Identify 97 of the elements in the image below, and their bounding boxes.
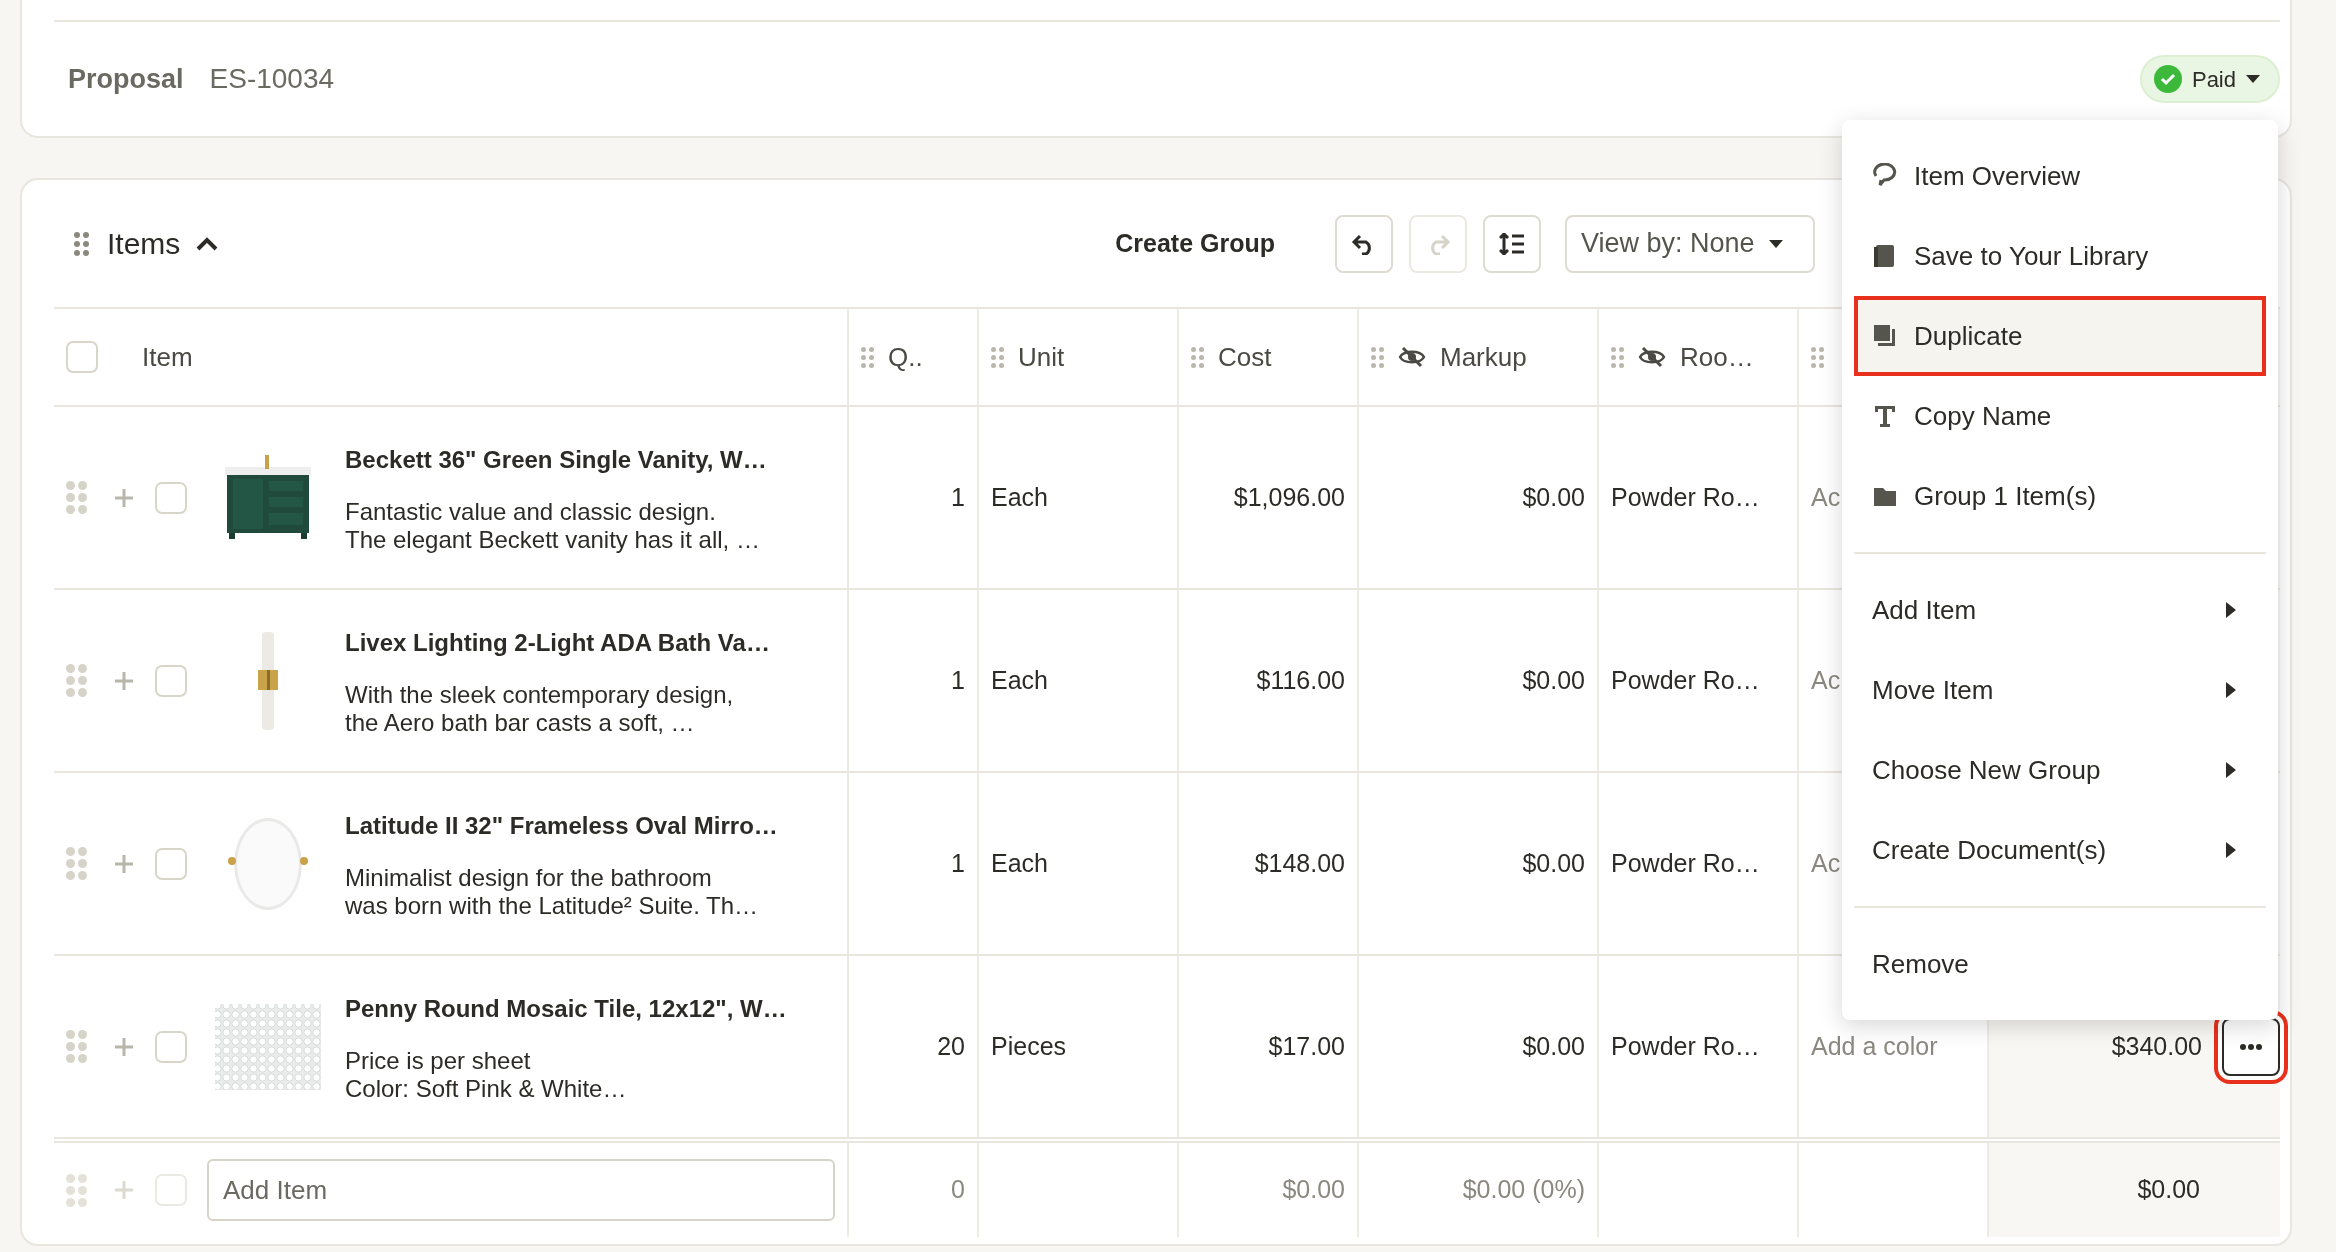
proposal-label: Proposal [68, 62, 184, 96]
caret-right-icon [2226, 762, 2236, 778]
menu-item[interactable]: Move Item [1854, 650, 2266, 730]
duplicate-icon [1872, 323, 1898, 349]
column-header[interactable]: Unit [1018, 337, 1065, 377]
quantity-value: 1 [951, 664, 965, 696]
checkbox[interactable] [155, 847, 187, 880]
markup-value: $0.00 [1522, 664, 1585, 696]
column-header[interactable]: Markup [1440, 337, 1527, 377]
create-group-button[interactable]: Create Group [1109, 223, 1281, 264]
grip-icon[interactable] [861, 346, 874, 368]
room-value: Powder Ro… [1611, 1030, 1760, 1062]
chat-bubble-icon [1872, 163, 1898, 189]
room-value: Powder Ro… [1611, 481, 1760, 513]
menu-item[interactable]: Create Document(s) [1854, 810, 2266, 890]
item-name[interactable]: Latitude II 32" Frameless Oval Mirro… [345, 807, 778, 844]
plus-icon[interactable] [113, 669, 135, 692]
checkbox[interactable] [155, 1030, 187, 1063]
quantity-value: 0 [951, 1174, 965, 1206]
status-dropdown[interactable]: Paid [2139, 55, 2280, 103]
section-title: Items [107, 226, 181, 262]
markup-value: $0.00 [1522, 1030, 1585, 1062]
column-header[interactable]: Q.. [888, 337, 923, 377]
caret-right-icon [2226, 682, 2236, 698]
row-height-button[interactable] [1483, 214, 1541, 273]
unit-value: Each [991, 481, 1048, 513]
total-value: $0.00 [2137, 1174, 2200, 1206]
cost-value: $0.00 [1282, 1174, 1345, 1206]
grip-icon[interactable] [66, 847, 87, 880]
menu-item[interactable]: Item Overview [1854, 136, 2266, 216]
color-value: Add a color [1811, 1030, 1938, 1062]
grip-icon[interactable] [74, 231, 89, 256]
menu-item[interactable]: Group 1 Item(s) [1854, 456, 2266, 536]
grip-icon[interactable] [991, 346, 1004, 368]
item-description: With the sleek contemporary design, the Aero bath bar casts a soft, … [345, 680, 735, 737]
cost-value: $17.00 [1268, 1030, 1345, 1062]
grip-icon[interactable] [1191, 346, 1204, 368]
item-name[interactable]: Penny Round Mosaic Tile, 12x12", W… [345, 990, 787, 1027]
checkbox[interactable] [155, 481, 187, 514]
grip-icon[interactable] [1611, 346, 1624, 368]
item-name[interactable]: Livex Lighting 2-Light ADA Bath Va… [345, 624, 770, 661]
proposal-number: ES-10034 [209, 62, 335, 96]
add-item-field[interactable]: Add Item [207, 1159, 835, 1221]
menu-item[interactable]: Choose New Group [1854, 730, 2266, 810]
plus-icon[interactable] [113, 1179, 135, 1201]
grip-icon[interactable] [1371, 346, 1384, 368]
checkbox[interactable] [155, 1174, 187, 1206]
text-icon [1872, 403, 1898, 429]
column-header[interactable]: Item [142, 337, 193, 377]
cost-value: $1,096.00 [1233, 481, 1345, 513]
item-description: Minimalist design for the bathroom was born with the Latitude² Suite. Th… [345, 863, 760, 920]
grip-icon[interactable] [1811, 346, 1824, 368]
checkbox[interactable] [155, 664, 187, 697]
caret-down-icon [2246, 75, 2260, 83]
grip-icon[interactable] [66, 1173, 87, 1207]
caret-down-icon [1768, 239, 1783, 248]
caret-right-icon [2226, 842, 2236, 858]
unit-value: Each [991, 664, 1048, 696]
color-value: Ac [1811, 847, 1841, 879]
caret-right-icon [2226, 602, 2236, 618]
grip-icon[interactable] [66, 664, 87, 697]
menu-item[interactable]: Duplicate [1854, 296, 2266, 376]
column-header[interactable]: Roo… [1680, 337, 1754, 377]
plus-icon[interactable] [113, 852, 135, 875]
line-spacing-icon [1499, 232, 1525, 255]
chevron-up-icon[interactable] [196, 236, 219, 251]
quantity-value: 1 [951, 847, 965, 879]
menu-item[interactable]: Copy Name [1854, 376, 2266, 456]
room-value: Powder Ro… [1611, 847, 1760, 879]
plus-icon[interactable] [113, 1035, 135, 1058]
item-name[interactable]: Beckett 36" Green Single Vanity, W… [345, 441, 767, 478]
quantity-value: 1 [951, 481, 965, 513]
undo-button[interactable] [1335, 214, 1393, 273]
plus-icon[interactable] [113, 486, 135, 509]
unit-value: Pieces [991, 1030, 1067, 1062]
item-description: Fantastic value and classic design. The elegant Beckett vanity has it all, … [345, 497, 761, 554]
column-header[interactable]: Cost [1218, 337, 1272, 377]
unit-value: Each [991, 847, 1048, 879]
color-value: Ac [1811, 664, 1841, 696]
cost-value: $148.00 [1254, 847, 1345, 879]
ellipsis-icon [2240, 1043, 2262, 1050]
markup-value: $0.00 [1522, 481, 1585, 513]
menu-item[interactable]: Remove [1854, 924, 2266, 1004]
markup-value: $0.00 [1522, 847, 1585, 879]
menu-item[interactable]: Save to Your Library [1854, 216, 2266, 296]
room-value: Powder Ro… [1611, 664, 1760, 696]
item-description: Price is per sheet Color: Soft Pink & White… [345, 1046, 628, 1103]
grip-icon[interactable] [66, 481, 87, 514]
cost-value: $116.00 [1256, 664, 1345, 696]
total-value: $340.00 [2111, 1030, 2202, 1062]
checkbox[interactable] [66, 341, 98, 373]
quantity-value: 20 [937, 1030, 965, 1062]
color-value: Ac [1811, 481, 1841, 513]
menu-item[interactable]: Add Item [1854, 570, 2266, 650]
markup-value: $0.00 (0%) [1462, 1174, 1585, 1206]
view-by-dropdown[interactable]: View by: None [1565, 214, 1815, 273]
grip-icon[interactable] [66, 1030, 87, 1063]
